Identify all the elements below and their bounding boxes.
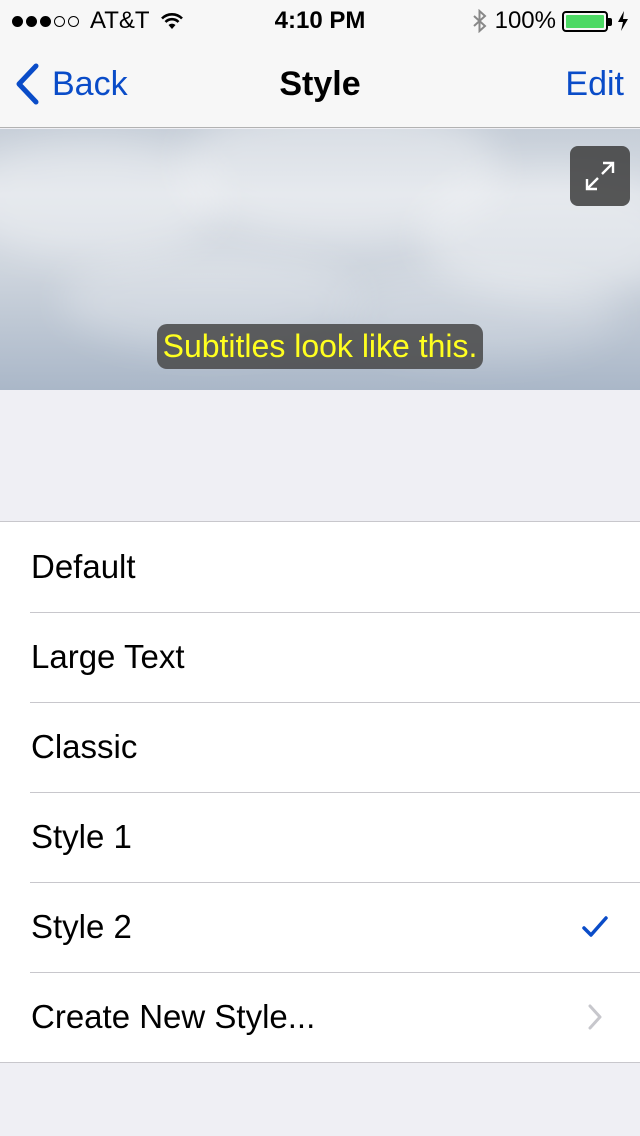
battery-icon — [562, 10, 612, 32]
bluetooth-icon — [472, 9, 487, 33]
page-title: Style — [279, 65, 361, 103]
fullscreen-button[interactable] — [570, 146, 630, 206]
style-list: Default Large Text Classic Style 1 Style… — [0, 521, 640, 1063]
subtitle-sample-text: Subtitles look like this. — [156, 324, 484, 369]
style-row-label: Create New Style... — [31, 998, 316, 1035]
edit-button[interactable]: Edit — [565, 65, 624, 104]
navigation-bar: Back Style Edit — [0, 40, 640, 128]
style-row-label: Default — [31, 548, 136, 585]
style-row-label: Large Text — [31, 638, 185, 675]
style-row-label: Style 2 — [31, 908, 132, 945]
style-row-label: Style 1 — [31, 818, 132, 855]
battery-percentage: 100% — [494, 7, 556, 34]
expand-icon — [585, 161, 615, 191]
chevron-right-icon — [580, 1002, 610, 1032]
style-row-style-2[interactable]: Style 2 — [0, 882, 640, 972]
style-row-label: Classic — [31, 728, 138, 765]
status-bar: AT&T 4:10 PM 100% — [0, 0, 640, 40]
subtitle-preview: Subtitles look like this. — [0, 129, 640, 390]
style-row-large-text[interactable]: Large Text — [0, 612, 640, 702]
checkmark-icon — [580, 912, 610, 942]
charging-bolt-icon — [618, 11, 628, 31]
status-right: 100% — [472, 7, 630, 35]
create-new-style-row[interactable]: Create New Style... — [0, 972, 640, 1062]
style-row-style-1[interactable]: Style 1 — [0, 792, 640, 882]
style-row-classic[interactable]: Classic — [0, 702, 640, 792]
subtitle-sample: Subtitles look like this. — [0, 324, 640, 369]
style-row-default[interactable]: Default — [0, 522, 640, 612]
